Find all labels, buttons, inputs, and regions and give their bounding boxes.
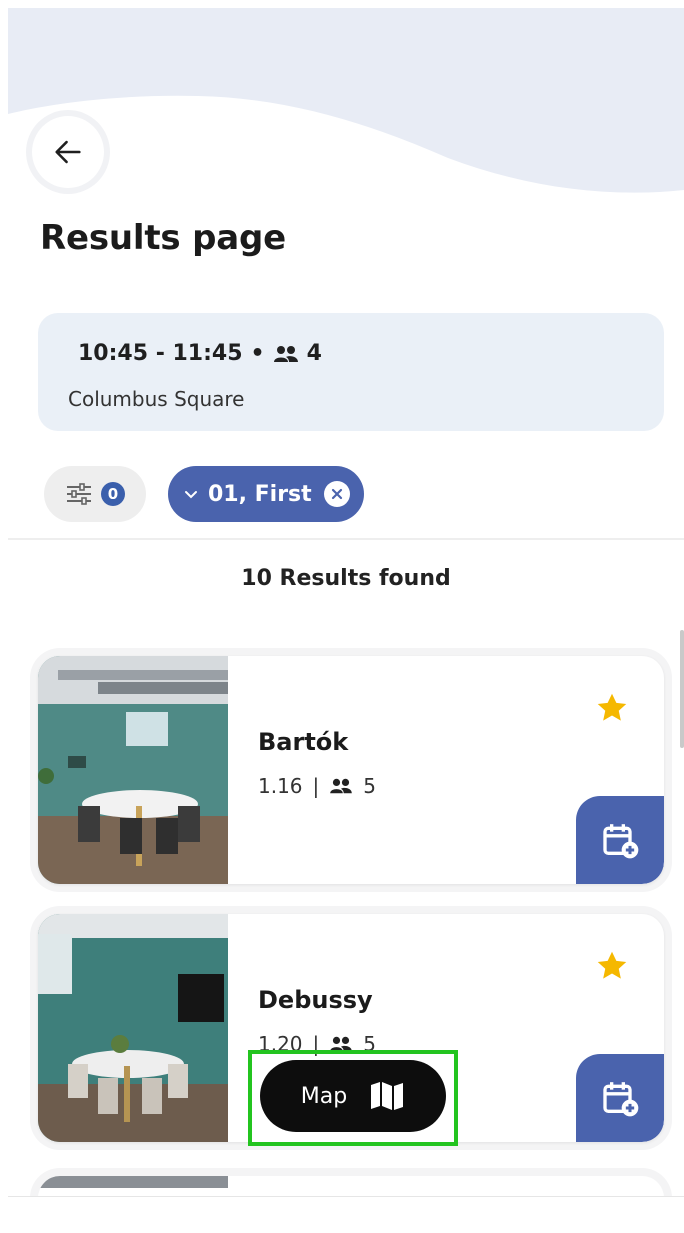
favorite-star-icon[interactable] <box>594 948 630 984</box>
room-photo <box>38 1176 228 1188</box>
room-capacity: 5 <box>363 774 377 798</box>
location-name: Columbus Square <box>68 387 245 411</box>
booking-summary[interactable]: 10:45 - 11:45 • 4 Columbus Square <box>38 313 664 431</box>
filter-count-badge: 0 <box>101 482 125 506</box>
divider <box>8 538 684 540</box>
room-card[interactable]: Bartók 1.16 | 5 <box>30 648 672 892</box>
app-screen: Results page 10:45 - 11:45 • 4 Columbus … <box>8 8 684 1223</box>
room-name: Bartók <box>258 728 349 756</box>
people-icon <box>273 345 298 362</box>
room-card-body: Bartók 1.16 | 5 <box>38 656 664 884</box>
book-room-button[interactable] <box>576 1054 664 1142</box>
clear-floor-button[interactable] <box>324 481 350 507</box>
booking-details: 10:45 - 11:45 • 4 <box>78 341 322 366</box>
map-button-label: Map <box>300 1083 348 1109</box>
results-count: 10 Results found <box>241 566 451 591</box>
arrow-left-icon <box>55 140 81 164</box>
separator-dot: • <box>250 341 265 366</box>
meta-separator: | <box>312 774 320 798</box>
filter-button[interactable]: 0 <box>44 466 146 522</box>
calendar-add-icon <box>603 824 639 859</box>
back-button[interactable] <box>32 116 104 188</box>
time-range: 10:45 - 11:45 <box>78 341 243 366</box>
book-room-button[interactable] <box>576 796 664 884</box>
calendar-add-icon <box>603 1082 639 1117</box>
close-icon <box>331 488 343 500</box>
floor-filter-chip[interactable]: 01, First <box>168 466 364 522</box>
room-name: Debussy <box>258 986 373 1014</box>
attendee-count: 4 <box>306 341 322 366</box>
map-icon <box>371 1082 404 1110</box>
favorite-star-icon[interactable] <box>594 690 630 726</box>
map-button[interactable]: Map <box>260 1060 446 1132</box>
room-number: 1.16 <box>258 774 303 798</box>
chevron-down-icon <box>185 491 197 499</box>
room-photo <box>38 656 228 884</box>
people-icon <box>330 778 353 794</box>
scrollbar[interactable] <box>680 630 684 748</box>
header-wave <box>8 8 684 193</box>
room-meta: 1.16 | 5 <box>258 774 376 798</box>
page-title: Results page <box>40 218 286 258</box>
sliders-icon <box>67 483 91 505</box>
room-photo <box>38 914 228 1142</box>
floor-chip-label: 01, First <box>208 481 312 507</box>
bottom-bar <box>8 1196 684 1223</box>
